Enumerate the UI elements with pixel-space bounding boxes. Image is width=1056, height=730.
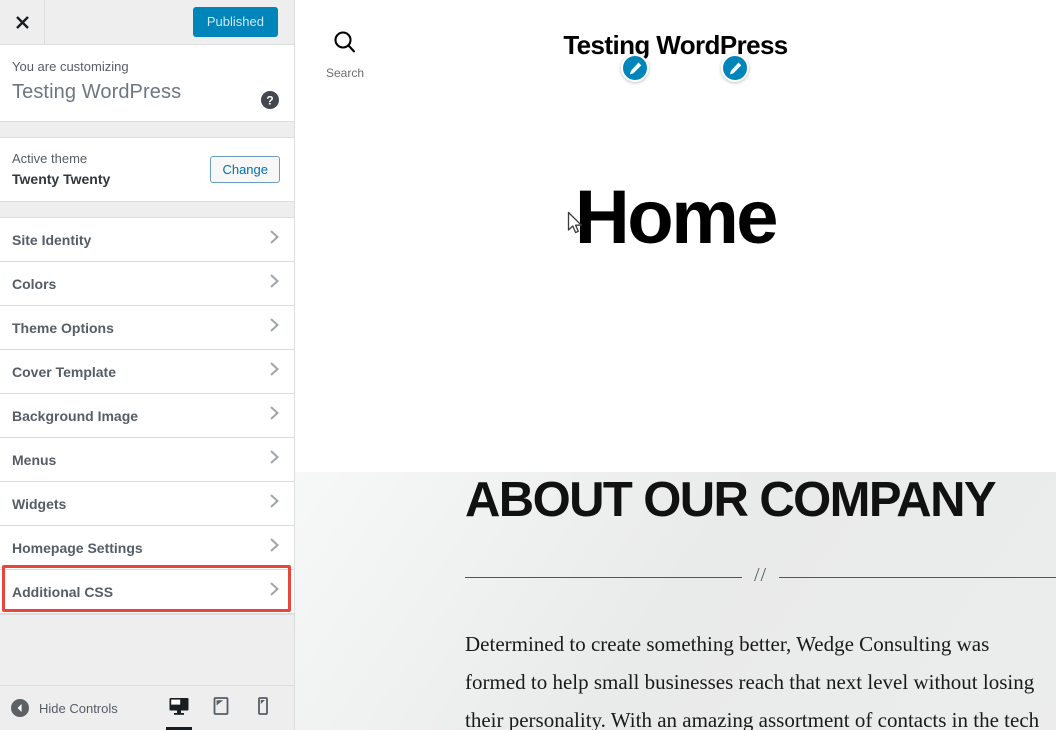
hide-controls-label: Hide Controls [39, 700, 118, 716]
theme-gap [0, 202, 294, 218]
sidebar-item-homepage-settings[interactable]: Homepage Settings [0, 526, 294, 571]
mobile-icon [256, 696, 270, 721]
customizer-top-bar: Published [0, 0, 294, 45]
top-bar-spacer [45, 0, 193, 44]
customizer-section-list: Site Identity Colors Theme Options Cover… [0, 217, 294, 615]
section-divider: // [465, 564, 1056, 589]
panel-gap [0, 122, 294, 138]
customizer-sidebar: Published You are customizing Testing Wo… [0, 0, 295, 730]
sidebar-item-label: Widgets [12, 495, 67, 512]
tablet-icon [212, 696, 230, 721]
sidebar-item-colors[interactable]: Colors [0, 262, 294, 307]
sidebar-empty-area [0, 614, 294, 685]
chevron-right-icon [269, 229, 280, 250]
about-inner: ABOUT OUR COMPANY // Determined to creat… [295, 472, 1056, 730]
device-tablet-button[interactable] [200, 686, 242, 730]
customizing-label: You are customizing [12, 59, 129, 74]
sidebar-item-label: Background Image [12, 407, 139, 424]
hide-controls-button[interactable]: Hide Controls [10, 698, 118, 718]
sidebar-item-label: Colors [12, 275, 57, 292]
sidebar-item-label: Theme Options [12, 319, 114, 336]
chevron-right-icon [269, 581, 280, 602]
page-title: Home [574, 175, 779, 260]
site-preview-frame[interactable]: Search Testing WordPress Home ABOUT OUR … [295, 0, 1056, 730]
device-preview-switcher [158, 685, 284, 730]
device-mobile-button[interactable] [242, 686, 284, 730]
customizing-site-name: Testing WordPress [12, 81, 182, 103]
about-body-text: Determined to create something better, W… [465, 632, 1040, 730]
svg-text:?: ? [266, 94, 273, 108]
sidebar-item-theme-options[interactable]: Theme Options [0, 306, 294, 351]
help-icon[interactable]: ? [260, 90, 280, 110]
customizer-footer: Hide Controls [0, 685, 294, 730]
site-title[interactable]: Testing WordPress [563, 30, 788, 61]
active-theme-name: Twenty Twenty [12, 170, 111, 187]
pencil-edit-icon-site-logo[interactable] [621, 54, 649, 82]
sidebar-item-cover-template[interactable]: Cover Template [0, 350, 294, 395]
chevron-right-icon [269, 361, 280, 382]
active-theme-meta: Active theme Twenty Twenty [12, 151, 110, 188]
sidebar-item-label: Site Identity [12, 231, 92, 248]
site-title-wrap: Testing WordPress [295, 30, 1056, 82]
chevron-right-icon [269, 317, 280, 338]
change-theme-button[interactable]: Change [210, 156, 280, 184]
customizer-screen: Published You are customizing Testing Wo… [0, 0, 1056, 730]
divider-rule-right [779, 577, 1056, 578]
collapse-left-icon [10, 698, 30, 718]
publish-button-wrap: Published [192, 0, 294, 44]
chevron-right-icon [269, 405, 280, 426]
chevron-right-icon [269, 449, 280, 470]
active-theme-row: Active theme Twenty Twenty Change [0, 138, 294, 203]
publish-button[interactable]: Published [192, 7, 278, 37]
close-customizer-button[interactable] [0, 0, 45, 44]
divider-glyph: // [753, 564, 768, 586]
sidebar-item-widgets[interactable]: Widgets [0, 482, 294, 527]
sidebar-item-background-image[interactable]: Background Image [0, 394, 294, 439]
pencil-edit-icon-site-title[interactable] [721, 54, 749, 82]
device-desktop-button[interactable] [158, 686, 200, 730]
site-header: Search Testing WordPress Home [295, 0, 1056, 332]
search-label: Search [326, 66, 365, 80]
sidebar-item-menus[interactable]: Menus [0, 438, 294, 483]
sidebar-item-label: Menus [12, 451, 57, 468]
sidebar-item-label: Additional CSS [12, 583, 114, 600]
sidebar-item-site-identity[interactable]: Site Identity [0, 218, 294, 263]
sidebar-item-label: Cover Template [12, 363, 116, 380]
sidebar-item-label: Homepage Settings [12, 539, 143, 556]
chevron-right-icon [269, 273, 280, 294]
chevron-right-icon [269, 537, 280, 558]
close-icon [15, 15, 30, 30]
sidebar-item-additional-css[interactable]: Additional CSS [0, 570, 294, 615]
about-heading: ABOUT OUR COMPANY [465, 473, 997, 527]
chevron-right-icon [269, 493, 280, 514]
about-section: ABOUT OUR COMPANY // Determined to creat… [295, 472, 1056, 730]
desktop-icon [168, 696, 190, 721]
divider-rule-left [465, 577, 742, 578]
active-theme-label: Active theme [12, 151, 88, 166]
customizing-panel: You are customizing Testing WordPress ? [0, 45, 294, 122]
